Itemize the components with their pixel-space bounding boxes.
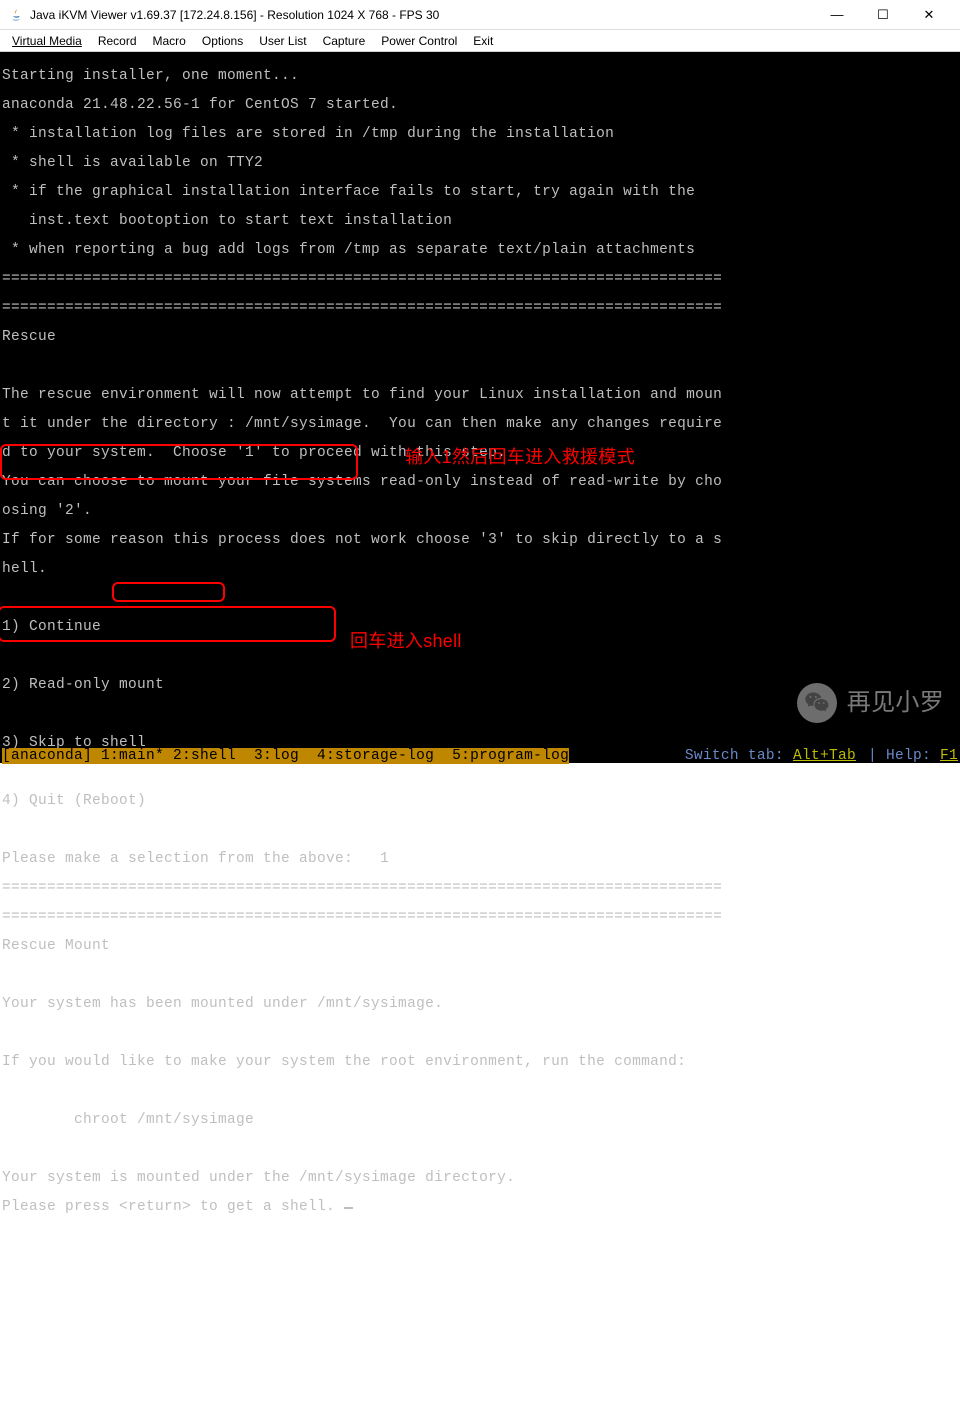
tmux-status-bar: [anaconda] 1:main* 2:shell 3:log 4:stora… bbox=[0, 749, 960, 764]
terminal-line: If for some reason this process does not… bbox=[2, 533, 958, 548]
terminal-line bbox=[2, 1026, 958, 1041]
terminal-line bbox=[2, 359, 958, 374]
terminal-line: d to your system. Choose '1' to proceed … bbox=[2, 446, 958, 461]
terminal-line: Starting installer, one moment... bbox=[2, 69, 958, 84]
menu-capture[interactable]: Capture bbox=[315, 32, 374, 50]
cursor bbox=[344, 1207, 353, 1209]
terminal-line: Rescue bbox=[2, 330, 958, 345]
menu-user-list[interactable]: User List bbox=[251, 32, 314, 50]
watermark-overlay: 再见小罗 bbox=[797, 683, 944, 723]
terminal-line: * if the graphical installation interfac… bbox=[2, 185, 958, 200]
terminal-line bbox=[2, 765, 958, 780]
terminal-line: inst.text bootoption to start text insta… bbox=[2, 214, 958, 229]
terminal-line: Your system has been mounted under /mnt/… bbox=[2, 997, 958, 1012]
menu-macro[interactable]: Macro bbox=[145, 32, 194, 50]
terminal-line: hell. bbox=[2, 562, 958, 577]
java-icon bbox=[8, 7, 24, 23]
terminal-line bbox=[2, 1142, 958, 1157]
terminal-line: osing '2'. bbox=[2, 504, 958, 519]
terminal-line: If you would like to make your system th… bbox=[2, 1055, 958, 1070]
watermark-text: 再见小罗 bbox=[847, 696, 944, 711]
terminal-line: * installation log files are stored in /… bbox=[2, 127, 958, 142]
terminal-output[interactable]: Starting installer, one moment... anacon… bbox=[0, 52, 960, 763]
terminal-line: 4) Quit (Reboot) bbox=[2, 794, 958, 809]
menu-bar: Virtual Media Record Macro Options User … bbox=[0, 30, 960, 52]
terminal-line: ========================================… bbox=[2, 272, 958, 287]
maximize-button[interactable]: ☐ bbox=[860, 0, 906, 30]
menu-exit[interactable]: Exit bbox=[465, 32, 501, 50]
terminal-line: ========================================… bbox=[2, 881, 958, 896]
terminal-line: t it under the directory : /mnt/sysimage… bbox=[2, 417, 958, 432]
window-title: Java iKVM Viewer v1.69.37 [172.24.8.156]… bbox=[30, 8, 814, 22]
terminal-line: * shell is available on TTY2 bbox=[2, 156, 958, 171]
terminal-line: chroot /mnt/sysimage bbox=[2, 1113, 958, 1128]
annotation-note-2: 回车进入shell bbox=[350, 634, 462, 649]
status-left: [anaconda] 1:main* 2:shell 3:log 4:stora… bbox=[2, 749, 569, 764]
menu-record[interactable]: Record bbox=[90, 32, 145, 50]
status-help: | Help: F1 bbox=[868, 749, 958, 764]
close-button[interactable]: ✕ bbox=[906, 0, 952, 30]
terminal-line: Please make a selection from the above: … bbox=[2, 852, 958, 867]
menu-power-control[interactable]: Power Control bbox=[373, 32, 465, 50]
minimize-button[interactable]: — bbox=[814, 0, 860, 30]
terminal-line bbox=[2, 968, 958, 983]
status-switch-tab: Switch tab: Alt+Tab bbox=[685, 749, 856, 764]
terminal-line: Your system is mounted under the /mnt/sy… bbox=[2, 1171, 958, 1186]
wechat-icon bbox=[797, 683, 837, 723]
window-controls: — ☐ ✕ bbox=[814, 0, 952, 30]
status-right: Switch tab: Alt+Tab | Help: F1 bbox=[685, 749, 958, 764]
terminal-line: Please press <return> to get a shell. bbox=[2, 1200, 958, 1215]
terminal-line: anaconda 21.48.22.56-1 for CentOS 7 star… bbox=[2, 98, 958, 113]
menu-virtual-media[interactable]: Virtual Media bbox=[4, 32, 90, 50]
terminal-line: You can choose to mount your file system… bbox=[2, 475, 958, 490]
terminal-line: ========================================… bbox=[2, 301, 958, 316]
window-titlebar: Java iKVM Viewer v1.69.37 [172.24.8.156]… bbox=[0, 0, 960, 30]
terminal-line: The rescue environment will now attempt … bbox=[2, 388, 958, 403]
menu-options[interactable]: Options bbox=[194, 32, 251, 50]
terminal-line bbox=[2, 823, 958, 838]
terminal-line bbox=[2, 591, 958, 606]
terminal-line: 1) Continue bbox=[2, 620, 958, 635]
terminal-line: Rescue Mount bbox=[2, 939, 958, 954]
terminal-line bbox=[2, 649, 958, 664]
terminal-line: * when reporting a bug add logs from /tm… bbox=[2, 243, 958, 258]
terminal-line bbox=[2, 1084, 958, 1099]
terminal-line: ========================================… bbox=[2, 910, 958, 925]
